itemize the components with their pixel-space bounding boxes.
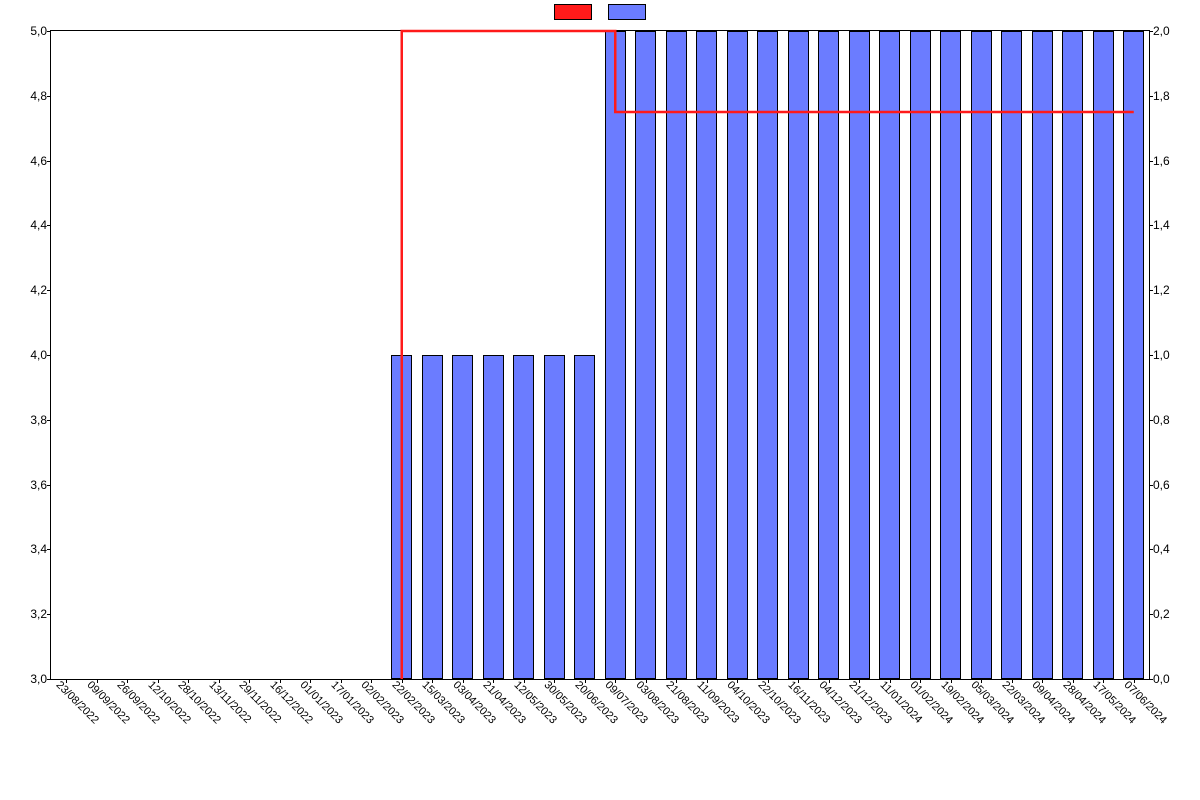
x-tick (310, 679, 311, 683)
legend-swatch-series1 (554, 4, 592, 20)
x-tick (432, 679, 433, 683)
y-right-tick (1149, 679, 1153, 680)
x-tick (1103, 679, 1104, 683)
x-tick (920, 679, 921, 683)
y-left-tick (47, 161, 51, 162)
y-right-tick (1149, 420, 1153, 421)
x-tick (66, 679, 67, 683)
x-tick (676, 679, 677, 683)
x-tick (981, 679, 982, 683)
x-tick (615, 679, 616, 683)
y-right-tick (1149, 355, 1153, 356)
x-tick (371, 679, 372, 683)
chart-plot-area: 3,03,23,43,63,84,04,24,44,64,85,00,00,20… (50, 30, 1150, 680)
y-left-tick (47, 96, 51, 97)
y-left-tick (47, 225, 51, 226)
x-tick (554, 679, 555, 683)
y-right-tick (1149, 549, 1153, 550)
y-left-tick (47, 355, 51, 356)
y-left-tick (47, 31, 51, 32)
y-left-tick (47, 485, 51, 486)
chart-legend (0, 4, 1200, 20)
y-right-tick (1149, 290, 1153, 291)
x-tick (493, 679, 494, 683)
y-right-tick (1149, 614, 1153, 615)
y-right-tick (1149, 485, 1153, 486)
x-tick (127, 679, 128, 683)
line-layer (51, 31, 1149, 679)
x-tick (859, 679, 860, 683)
y-left-tick (47, 290, 51, 291)
y-left-tick (47, 614, 51, 615)
y-right-tick (1149, 225, 1153, 226)
y-right-tick (1149, 96, 1153, 97)
line-series (402, 31, 1134, 679)
legend-swatch-series2 (608, 4, 646, 20)
x-tick (737, 679, 738, 683)
x-tick (798, 679, 799, 683)
y-right-tick (1149, 161, 1153, 162)
x-tick (188, 679, 189, 683)
x-tick (1042, 679, 1043, 683)
y-left-tick (47, 549, 51, 550)
x-tick (249, 679, 250, 683)
y-left-tick (47, 420, 51, 421)
y-left-tick (47, 679, 51, 680)
y-right-tick (1149, 31, 1153, 32)
